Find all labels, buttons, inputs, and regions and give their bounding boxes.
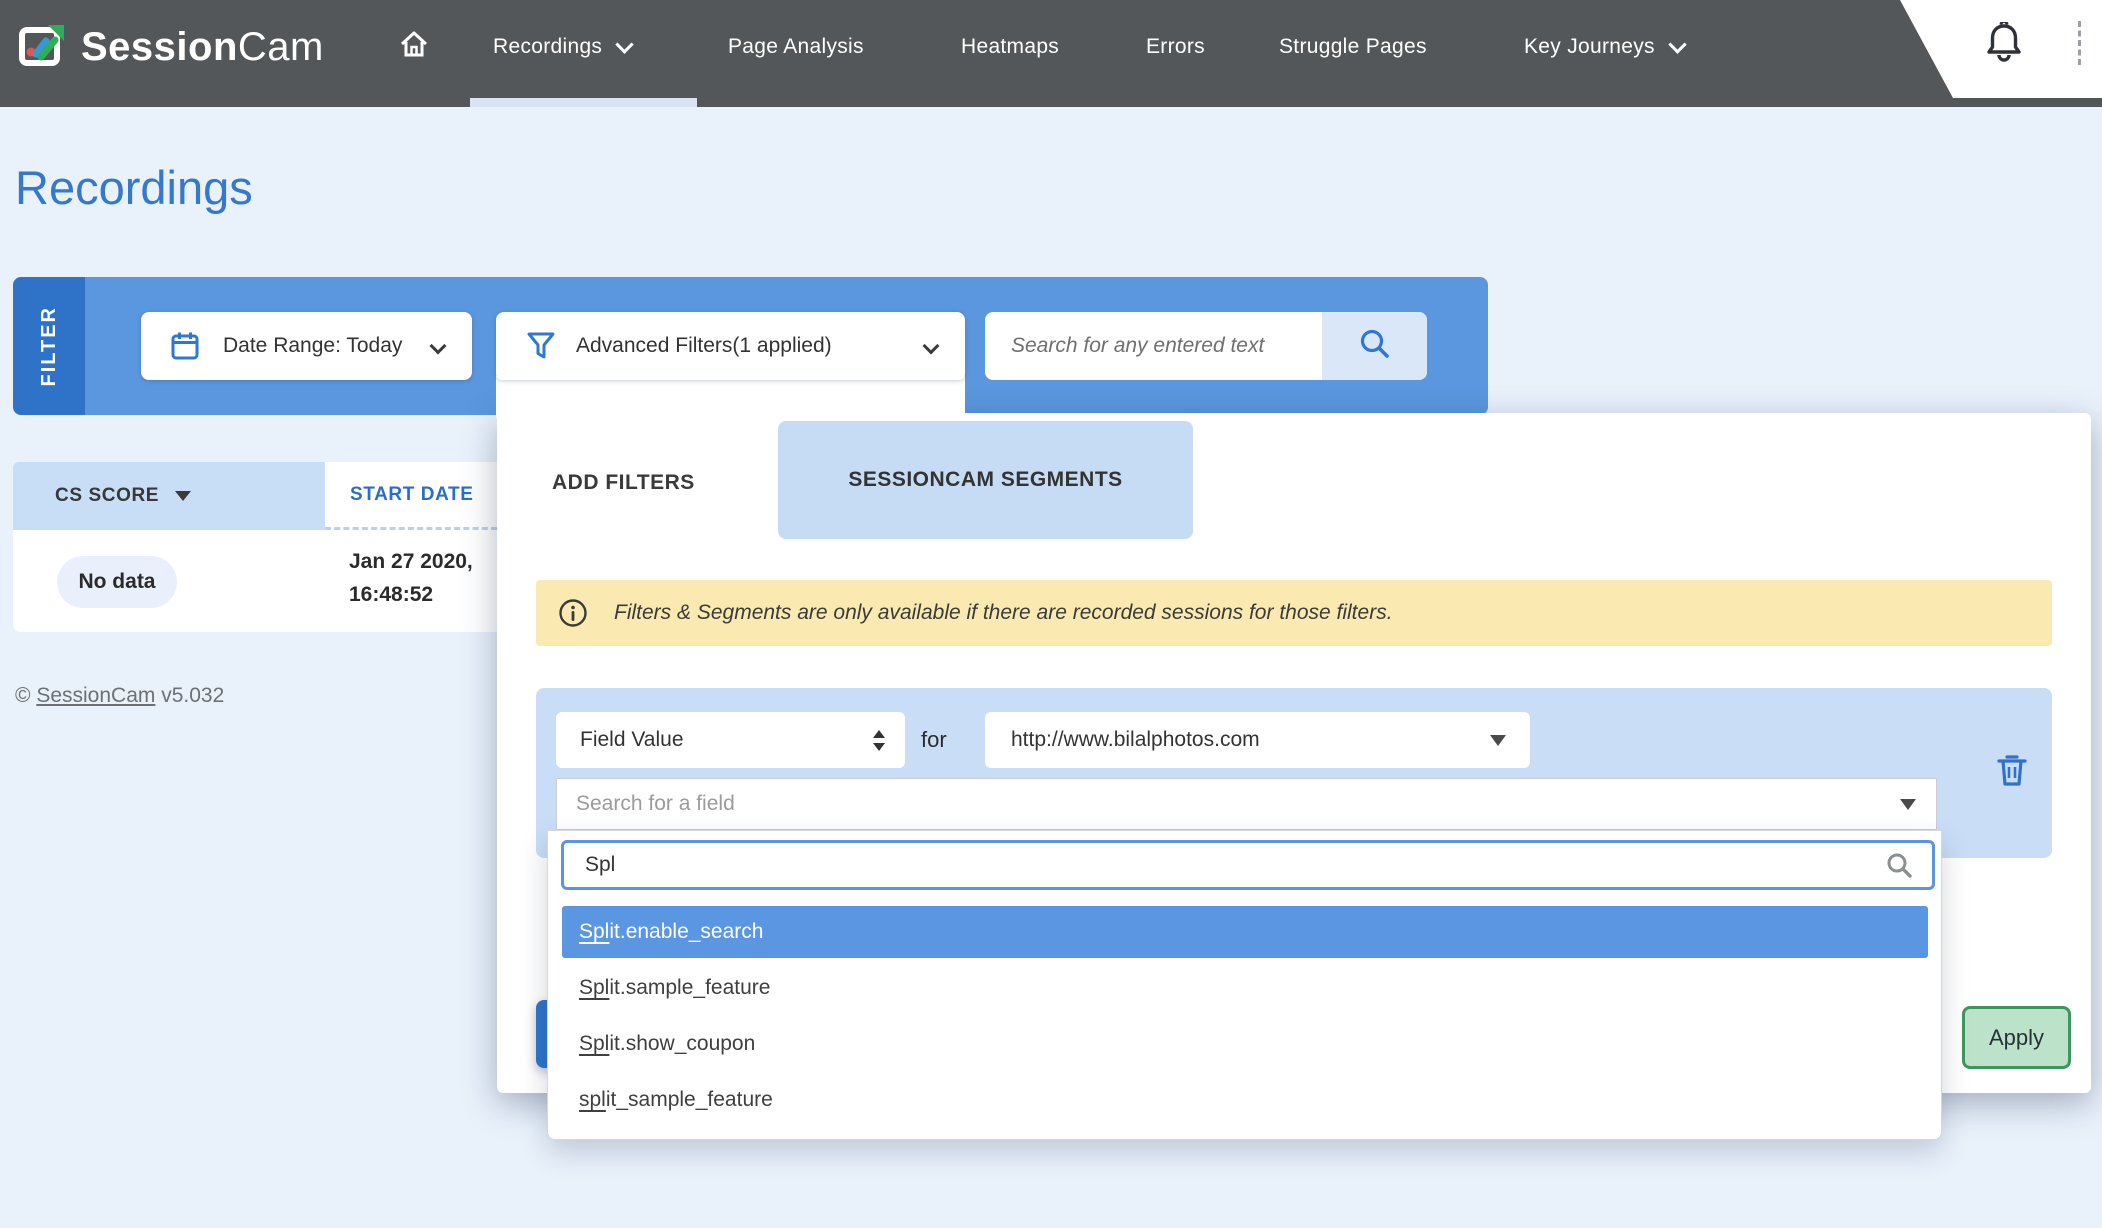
- nav-errors-label: Errors: [1146, 35, 1205, 59]
- field-search-combobox-input[interactable]: [557, 791, 1900, 817]
- version-label: v5.032: [161, 684, 224, 707]
- calendar-icon: [169, 330, 201, 362]
- target-site-select[interactable]: http://www.bilalphotos.com: [985, 712, 1530, 768]
- tab-add-filters-label: ADD FILTERS: [552, 471, 695, 495]
- start-date-value: Jan 27 2020, 16:48:52: [349, 545, 473, 611]
- field-search-dropdown: Split.enable_search Split.sample_feature…: [547, 830, 1942, 1140]
- chevron-down-icon: [923, 338, 940, 355]
- for-label: for: [921, 712, 947, 768]
- delete-filter-button[interactable]: [1984, 744, 2040, 800]
- notifications-bell-icon[interactable]: [1985, 22, 2023, 69]
- advanced-filters-panel: ADD FILTERS SESSIONCAM SEGMENTS Filters …: [497, 413, 2091, 1093]
- filter-side-tab[interactable]: FILTER: [13, 277, 85, 415]
- chevron-down-icon: [1668, 35, 1686, 53]
- sort-descending-icon: [175, 491, 191, 501]
- tab-add-filters[interactable]: ADD FILTERS: [552, 455, 695, 511]
- field-option[interactable]: split_sample_feature: [562, 1074, 1928, 1126]
- nav-home[interactable]: [398, 0, 430, 94]
- field-search-combobox[interactable]: [556, 778, 1937, 830]
- nav-key-journeys[interactable]: Key Journeys: [1524, 0, 1684, 94]
- active-nav-indicator: [470, 98, 697, 107]
- brand-name: SessionCam: [81, 25, 324, 70]
- table-row[interactable]: No data Jan 27 2020, 16:48:52: [13, 530, 497, 632]
- trash-icon: [1995, 752, 2029, 793]
- nav-page-analysis-label: Page Analysis: [728, 35, 864, 59]
- cs-score-header-label: CS SCORE: [55, 485, 159, 507]
- nav-heatmaps[interactable]: Heatmaps: [961, 0, 1059, 94]
- apply-button-label: Apply: [1989, 1025, 2044, 1051]
- start-date-header-label: START DATE: [350, 484, 474, 506]
- nav-heatmaps-label: Heatmaps: [961, 35, 1059, 59]
- copyright-symbol: ©: [15, 684, 30, 707]
- funnel-icon: [526, 330, 556, 362]
- search-icon: [1884, 850, 1914, 880]
- field-query-input[interactable]: [564, 852, 1884, 878]
- advanced-filters-button[interactable]: Advanced Filters(1 applied): [496, 312, 965, 380]
- tab-sessioncam-segments[interactable]: SESSIONCAM SEGMENTS: [778, 421, 1193, 539]
- brand[interactable]: SessionCam: [19, 0, 324, 94]
- sessioncam-link[interactable]: SessionCam: [36, 684, 155, 707]
- info-icon: [558, 598, 588, 628]
- column-header-cs-score[interactable]: CS SCORE: [13, 462, 325, 530]
- chevron-down-icon: [430, 338, 447, 355]
- search-button[interactable]: [1322, 312, 1427, 380]
- home-icon: [398, 28, 430, 66]
- date-range-label: Date Range: Today: [223, 334, 402, 358]
- chevron-down-icon: [616, 35, 634, 53]
- nav-errors[interactable]: Errors: [1146, 0, 1205, 94]
- top-nav: SessionCam Recordings Page Analysis Heat…: [0, 0, 2102, 107]
- select-spinner-icon: [873, 730, 885, 751]
- tab-segments-label: SESSIONCAM SEGMENTS: [848, 468, 1122, 492]
- info-banner-text: Filters & Segments are only available if…: [614, 601, 1393, 625]
- field-option[interactable]: Split.sample_feature: [562, 962, 1928, 1014]
- nav-recordings-label: Recordings: [493, 35, 602, 59]
- nav-recordings[interactable]: Recordings: [493, 0, 631, 94]
- nav-struggle-pages-label: Struggle Pages: [1279, 35, 1427, 59]
- sessioncam-logo-icon: [19, 23, 65, 72]
- search-icon: [1357, 326, 1393, 367]
- cs-score-badge: No data: [57, 556, 177, 608]
- panel-connector: [496, 376, 965, 418]
- app-root: SessionCam Recordings Page Analysis Heat…: [0, 0, 2102, 1228]
- nav-struggle-pages[interactable]: Struggle Pages: [1279, 0, 1427, 94]
- session-search-input[interactable]: [985, 312, 1322, 380]
- footer-version: © SessionCam v5.032: [15, 684, 224, 708]
- column-header-start-date[interactable]: START DATE: [325, 462, 497, 530]
- nav-page-analysis[interactable]: Page Analysis: [728, 0, 864, 94]
- field-query-box: [561, 840, 1935, 890]
- field-option-selected[interactable]: Split.enable_search: [562, 906, 1928, 958]
- advanced-filters-label: Advanced Filters(1 applied): [576, 334, 832, 358]
- nav-key-journeys-label: Key Journeys: [1524, 35, 1655, 59]
- field-type-select[interactable]: Field Value: [556, 712, 905, 768]
- page-title: Recordings: [15, 160, 253, 215]
- dropdown-arrow-icon: [1900, 799, 1916, 810]
- apply-button[interactable]: Apply: [1962, 1006, 2071, 1069]
- field-type-value: Field Value: [580, 728, 684, 752]
- filter-side-tab-label: FILTER: [38, 306, 61, 387]
- field-option[interactable]: Split.show_coupon: [562, 1018, 1928, 1070]
- date-range-button[interactable]: Date Range: Today: [141, 312, 472, 380]
- overflow-menu-icon[interactable]: [2078, 21, 2081, 65]
- session-search: [985, 312, 1427, 380]
- dropdown-arrow-icon: [1490, 735, 1506, 746]
- info-banner: Filters & Segments are only available if…: [536, 580, 2052, 646]
- target-site-value: http://www.bilalphotos.com: [1011, 728, 1260, 752]
